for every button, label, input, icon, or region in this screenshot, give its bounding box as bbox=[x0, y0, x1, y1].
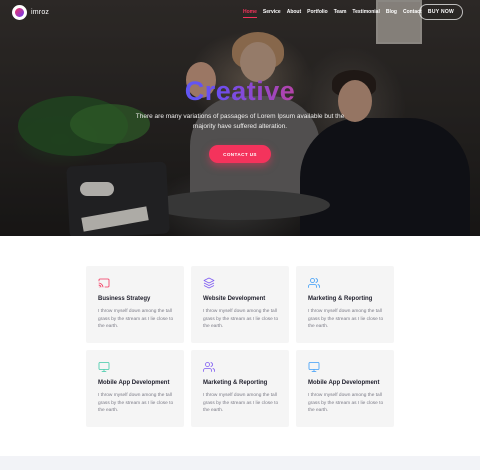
service-text: I throw myself down among the tall grass… bbox=[203, 309, 279, 329]
service-title: Mobile App Development bbox=[308, 380, 380, 386]
service-text: I throw myself down among the tall grass… bbox=[308, 309, 384, 329]
menu-item-testimonial[interactable]: Testimonial bbox=[349, 9, 382, 15]
hero-subtitle: There are many variations of passages of… bbox=[135, 113, 345, 130]
logo[interactable]: imroz bbox=[12, 5, 49, 20]
laptop-sticker bbox=[81, 206, 149, 232]
service-card[interactable]: Marketing & Reporting I throw myself dow… bbox=[296, 266, 394, 343]
service-card[interactable]: Website Development I throw myself down … bbox=[191, 266, 289, 343]
layers-icon bbox=[203, 277, 215, 289]
service-text: I throw myself down among the tall grass… bbox=[98, 393, 174, 413]
menu-item-home[interactable]: Home bbox=[240, 9, 260, 18]
menu-item-portfolio[interactable]: Portfolio bbox=[304, 9, 331, 15]
monitor-icon bbox=[98, 362, 110, 372]
person-body bbox=[300, 118, 470, 236]
top-navigation: imroz Home Service About Portfolio Team … bbox=[0, 0, 480, 26]
logo-icon bbox=[12, 5, 27, 20]
monitor-icon bbox=[308, 362, 320, 372]
person-hair bbox=[232, 32, 284, 70]
footer-strip bbox=[0, 456, 480, 470]
menu-item-blog[interactable]: Blog bbox=[383, 9, 400, 15]
services-section: Business Strategy I throw myself down am… bbox=[0, 236, 480, 456]
service-card[interactable]: Business Strategy I throw myself down am… bbox=[86, 266, 184, 343]
service-title: Marketing & Reporting bbox=[203, 380, 268, 386]
menu-item-service[interactable]: Service bbox=[260, 9, 284, 15]
service-card[interactable]: Mobile App Development I throw myself do… bbox=[296, 350, 394, 427]
table bbox=[150, 190, 330, 220]
service-title: Mobile App Development bbox=[98, 380, 170, 386]
service-title: Marketing & Reporting bbox=[308, 296, 373, 302]
main-menu: Home Service About Portfolio Team Testim… bbox=[240, 9, 425, 18]
service-title: Website Development bbox=[203, 296, 266, 302]
service-text: I throw myself down among the tall grass… bbox=[203, 393, 279, 413]
service-text: I throw myself down among the tall grass… bbox=[98, 309, 174, 329]
service-title: Business Strategy bbox=[98, 296, 151, 302]
menu-item-about[interactable]: About bbox=[284, 9, 304, 15]
service-card[interactable]: Mobile App Development I throw myself do… bbox=[86, 350, 184, 427]
contact-us-button[interactable]: CONTACT US bbox=[209, 145, 271, 163]
laptop bbox=[66, 161, 170, 236]
service-text: I throw myself down among the tall grass… bbox=[308, 393, 384, 413]
buy-now-button[interactable]: BUY NOW bbox=[419, 4, 463, 20]
users-icon bbox=[203, 362, 215, 372]
service-card[interactable]: Marketing & Reporting I throw myself dow… bbox=[191, 350, 289, 427]
menu-item-team[interactable]: Team bbox=[331, 9, 350, 15]
laptop-sticker bbox=[80, 182, 114, 196]
cast-icon bbox=[98, 278, 110, 288]
logo-text: imroz bbox=[31, 9, 50, 16]
users-icon bbox=[308, 278, 320, 288]
hero-title: Creative bbox=[0, 76, 480, 107]
